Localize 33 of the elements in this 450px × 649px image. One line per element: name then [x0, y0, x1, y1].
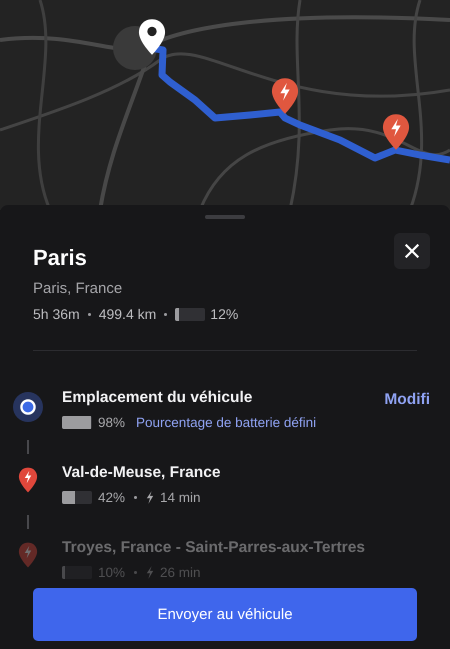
stop-name: Emplacement du véhicule [62, 389, 252, 406]
separator-dot [134, 571, 138, 574]
battery-percent: 42% [98, 490, 126, 505]
separator-dot [164, 312, 168, 316]
place-subtitle: Paris, France [33, 280, 124, 297]
close-button[interactable] [394, 233, 430, 269]
drag-handle[interactable] [205, 215, 245, 219]
charge-time: 14 min [160, 490, 201, 505]
bolt-icon [146, 566, 154, 579]
battery-icon [62, 491, 92, 504]
separator-dot [134, 496, 138, 499]
stop-name: Val-de-Meuse, France [62, 464, 221, 481]
trip-distance: 499.4 km [98, 306, 156, 322]
vehicle-location-icon [13, 392, 43, 422]
battery-icon [62, 416, 92, 429]
stop-name: Troyes, France - Saint-Parres-aux-Tertres [62, 539, 365, 556]
charger-pin-icon [18, 542, 38, 568]
place-title: Paris [33, 245, 88, 271]
battery-percent: 98% [98, 415, 126, 430]
separator-dot [88, 312, 91, 316]
trip-duration: 5h 36m [33, 306, 80, 322]
battery-icon [62, 566, 92, 579]
bolt-icon [146, 491, 154, 504]
charger-pin-icon [382, 113, 410, 151]
charger-pin-icon [18, 467, 38, 493]
close-icon [403, 242, 421, 260]
battery-icon [175, 308, 206, 320]
battery-percent: 12% [210, 306, 238, 322]
charger-pin-icon [271, 77, 299, 115]
send-button[interactable]: Envoyer au véhicule [33, 588, 417, 641]
battery-setting-link[interactable]: Pourcentage de batterie défini [136, 415, 316, 430]
location-pin-icon [138, 18, 166, 56]
edit-link[interactable]: Modifi [384, 391, 430, 409]
